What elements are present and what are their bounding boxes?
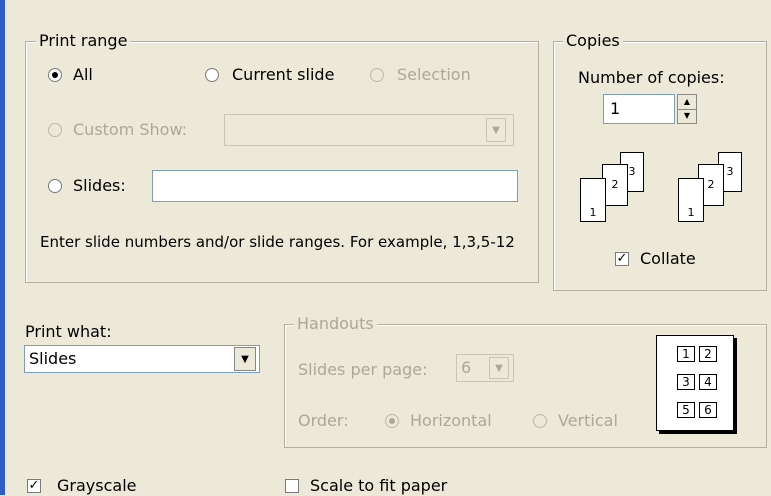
current-slide-radio[interactable] (205, 68, 219, 82)
vertical-radio[interactable] (533, 414, 547, 428)
custom-show-dropdown-button[interactable]: ▼ (486, 118, 506, 142)
handout-preview: 1 2 3 4 5 6 (656, 335, 734, 431)
order-label: Order: (298, 411, 349, 430)
print-what-dropdown-button[interactable]: ▼ (234, 347, 256, 371)
number-of-copies-input[interactable]: 1 (603, 94, 675, 124)
chevron-down-icon: ▼ (495, 362, 503, 374)
grayscale-label[interactable]: Grayscale (57, 476, 136, 496)
preview-cell: 1 (677, 346, 695, 362)
print-what-value: Slides (29, 349, 77, 368)
print-range-hint: Enter slide numbers and/or slide ranges.… (40, 233, 515, 251)
vertical-label[interactable]: Vertical (558, 411, 618, 431)
checkmark-icon: ✓ (28, 478, 40, 493)
handouts-title: Handouts (294, 314, 377, 334)
preview-cell: 5 (677, 402, 695, 418)
copies-title: Copies (563, 31, 623, 51)
print-what-label: Print what: (25, 322, 112, 341)
grayscale-checkbox[interactable]: ✓ (27, 479, 41, 493)
custom-show-radio[interactable] (48, 123, 62, 137)
chevron-down-icon: ▼ (241, 353, 249, 365)
slides-per-page-dropdown-button[interactable]: ▼ (489, 357, 509, 379)
preview-cell: 4 (699, 374, 717, 390)
current-slide-label[interactable]: Current slide (232, 65, 334, 85)
copies-spinner[interactable]: ▲ ▼ (677, 94, 697, 124)
spin-up-icon[interactable]: ▲ (678, 95, 696, 110)
print-range-title: Print range (36, 31, 131, 51)
copies-value: 1 (610, 99, 621, 118)
preview-cell: 2 (699, 346, 717, 362)
preview-cell: 6 (699, 402, 717, 418)
collate-checkbox[interactable]: ✓ (615, 252, 629, 266)
stack-page-1: 1 (580, 178, 606, 222)
preview-cell: 3 (677, 374, 695, 390)
selection-label[interactable]: Selection (397, 65, 471, 85)
scale-to-fit-label[interactable]: Scale to fit paper (310, 476, 447, 496)
horizontal-label[interactable]: Horizontal (410, 411, 492, 431)
horizontal-radio[interactable] (385, 414, 399, 428)
chevron-down-icon: ▼ (492, 124, 500, 136)
number-of-copies-label: Number of copies: (578, 68, 725, 87)
all-radio[interactable] (48, 68, 62, 82)
selection-radio[interactable] (370, 68, 384, 82)
all-label[interactable]: All (73, 65, 93, 85)
collate-stack-1: 3 2 1 (580, 152, 660, 232)
print-what-select[interactable]: Slides (24, 345, 260, 373)
collate-stack-2: 3 2 1 (666, 152, 746, 232)
window-left-border (0, 0, 5, 495)
stack-page-1: 1 (678, 178, 704, 222)
checkmark-icon: ✓ (616, 251, 628, 266)
collate-label[interactable]: Collate (640, 249, 696, 269)
slides-per-page-label: Slides per page: (298, 360, 428, 379)
slides-per-page-value: 6 (461, 358, 472, 377)
slides-radio[interactable] (48, 179, 62, 193)
scale-to-fit-checkbox[interactable] (285, 479, 299, 493)
slides-label[interactable]: Slides: (73, 176, 126, 196)
custom-show-label[interactable]: Custom Show: (73, 120, 187, 140)
slides-input[interactable] (152, 170, 518, 202)
custom-show-select[interactable] (224, 114, 514, 146)
spin-down-icon[interactable]: ▼ (678, 109, 696, 123)
